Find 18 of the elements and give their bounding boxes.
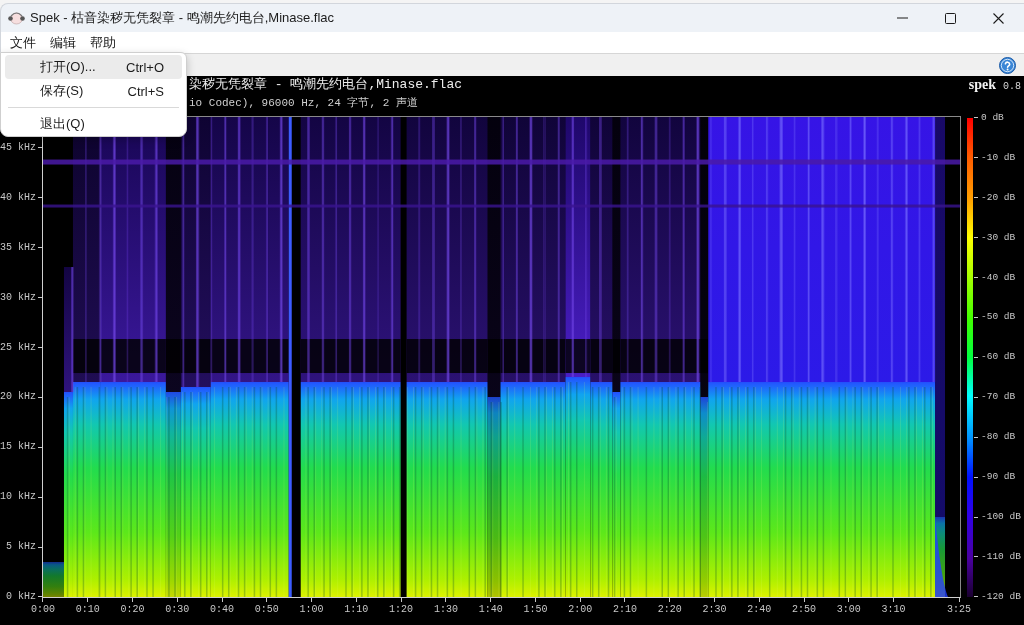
- headphones-logo-icon: [8, 11, 25, 25]
- file-title-text: 染秽无凭裂章 - 鸣潮先约电台,Minase.flac: [189, 77, 463, 93]
- brand-text: spek: [968, 77, 996, 93]
- minimize-icon: [896, 17, 908, 19]
- shortcut-text: Ctrl+O: [126, 59, 164, 75]
- menu-item[interactable]: 打开(O)... Ctrl+O: [5, 55, 182, 79]
- menu-bar-item[interactable]: 编辑: [44, 32, 82, 53]
- shortcut-text: Ctrl+S: [127, 83, 164, 99]
- maximize-icon: [944, 12, 956, 24]
- menu-item[interactable]: 退出(Q): [5, 112, 182, 136]
- audio-info-text: io Codec), 96000 Hz, 24 字节, 2 声道: [189, 96, 418, 110]
- version-text: 0.8: [1003, 80, 1021, 94]
- window-title: Spek - 枯音染秽无凭裂章 - 鸣潮先约电台,Minase.flac: [30, 10, 335, 26]
- menu-item[interactable]: 保存(S) Ctrl+S: [5, 79, 182, 103]
- close-icon: [992, 12, 1004, 24]
- help-icon[interactable]: [999, 56, 1016, 74]
- menu-bar-item[interactable]: 帮助: [84, 32, 122, 53]
- menu-bar-item[interactable]: 文件: [4, 32, 42, 53]
